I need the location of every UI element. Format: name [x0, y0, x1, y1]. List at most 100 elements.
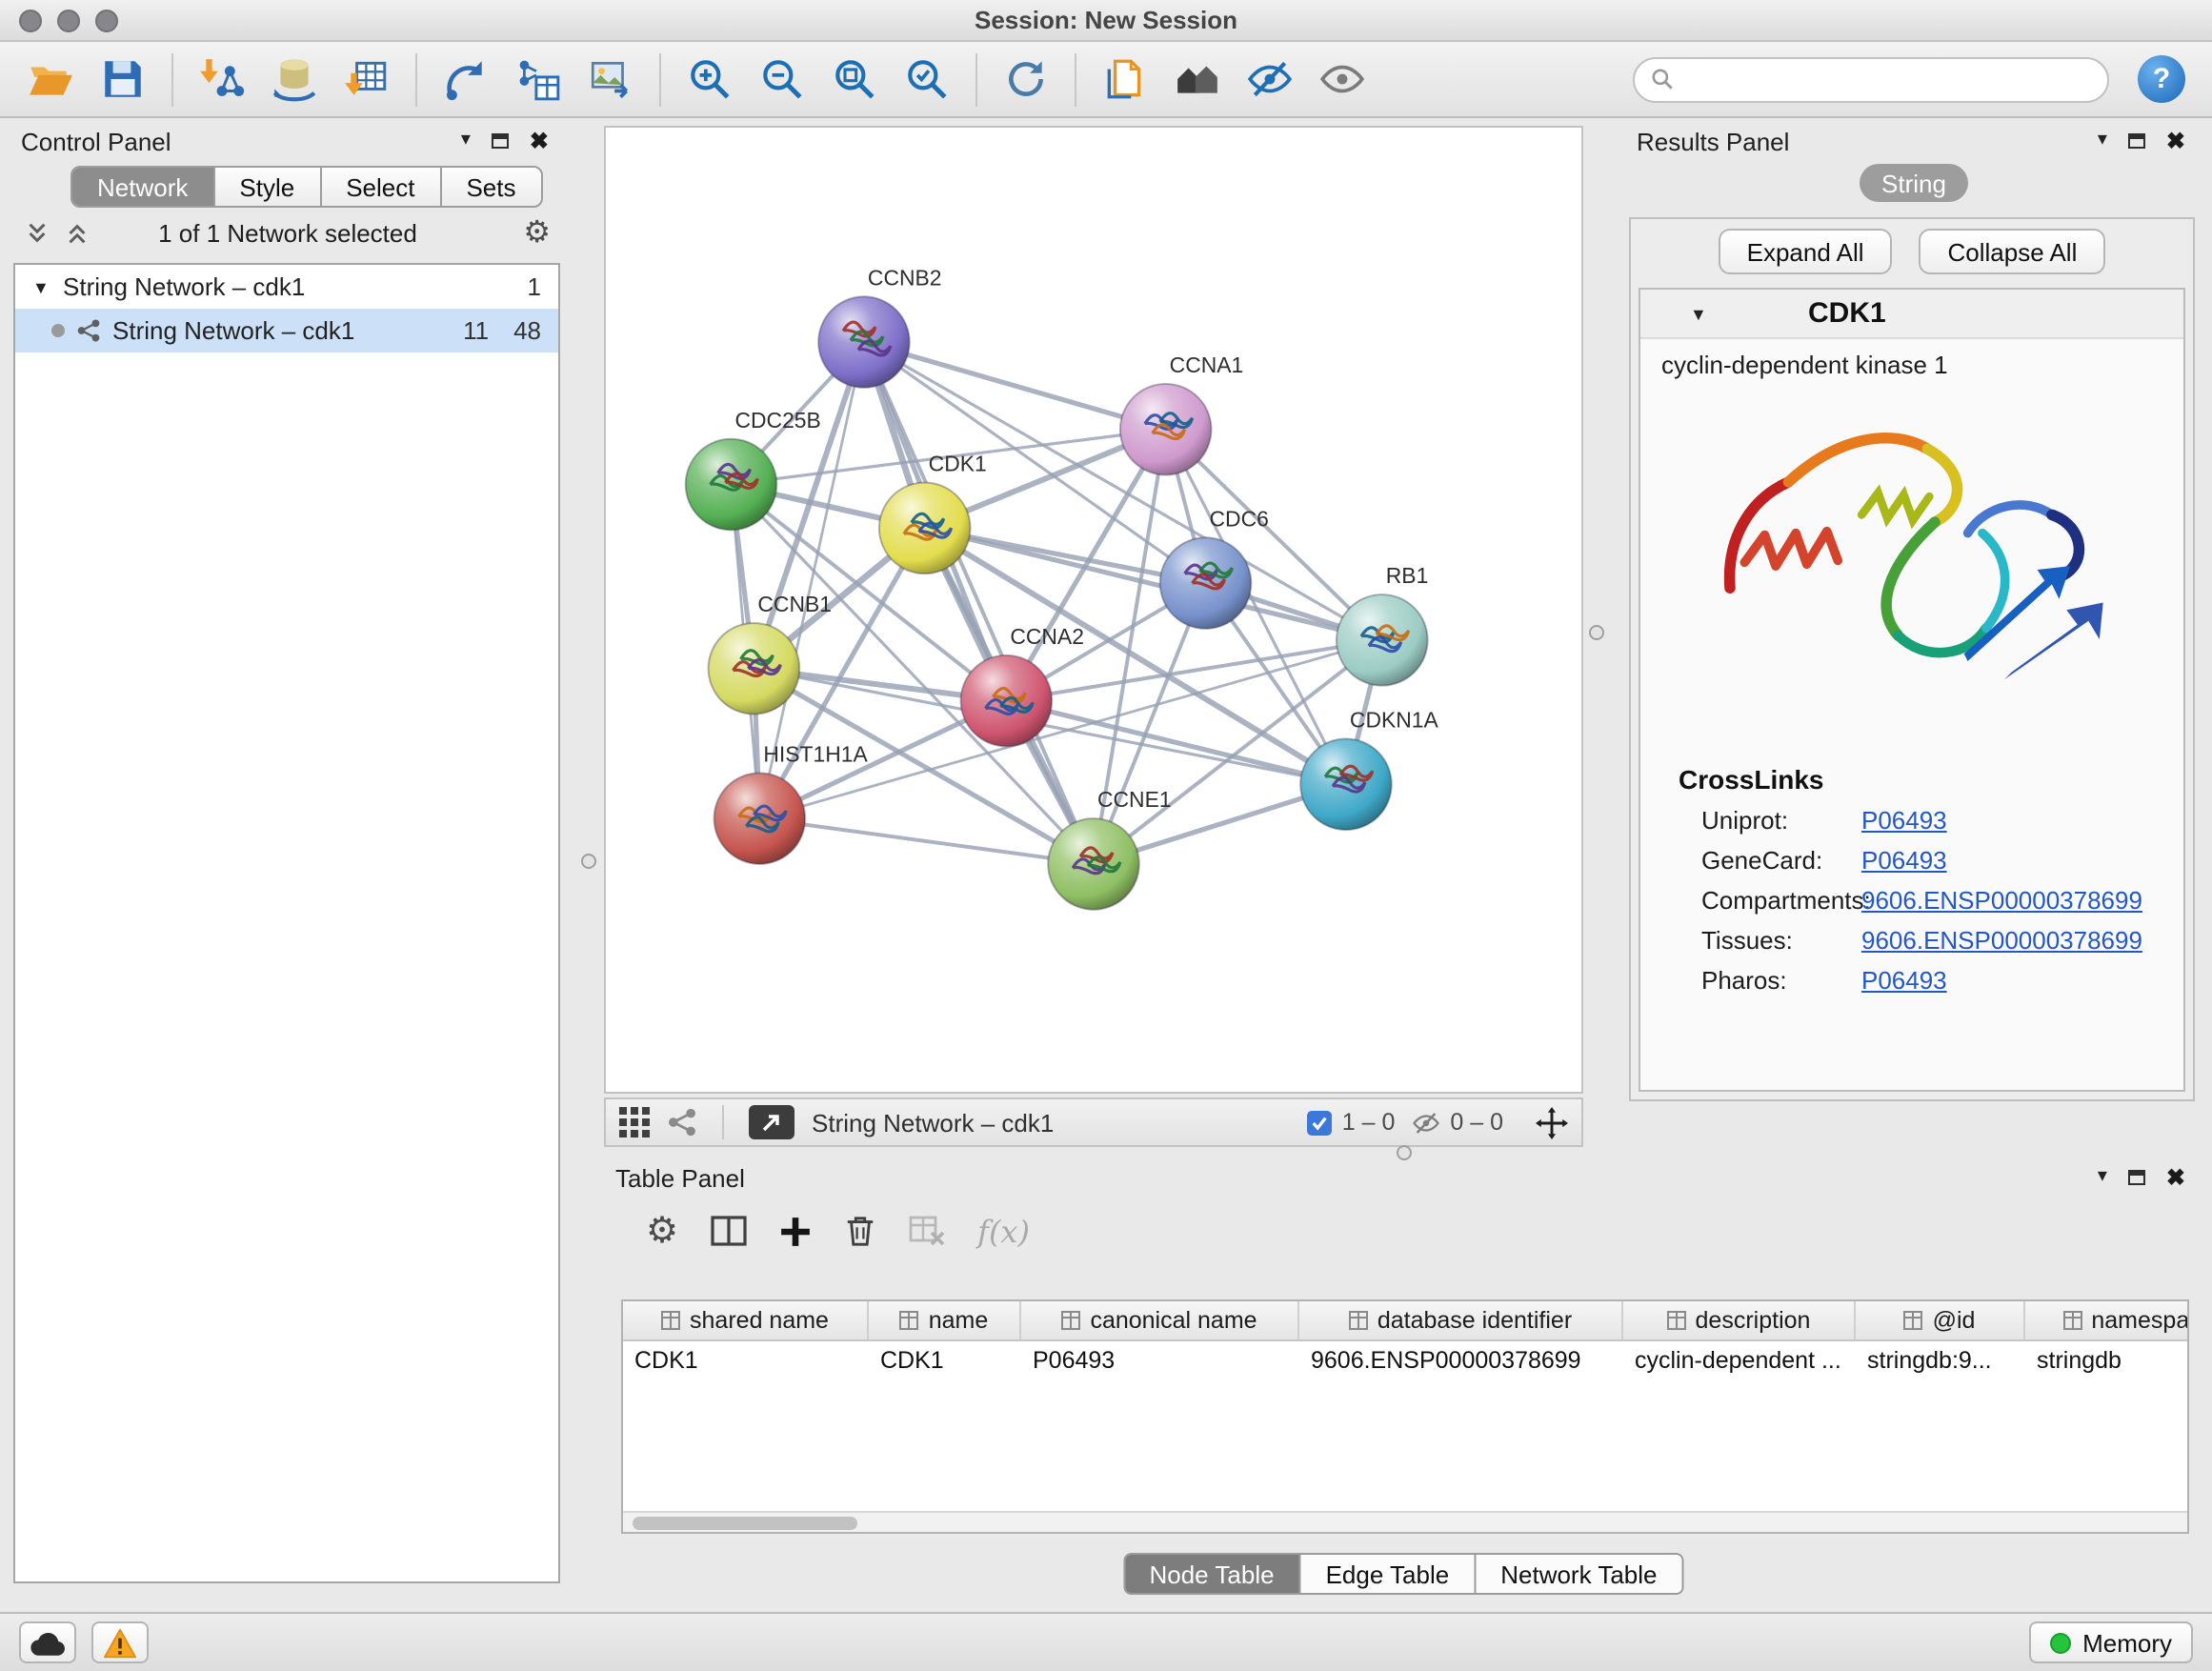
close-window-button[interactable]	[19, 10, 42, 32]
network-edge[interactable]	[759, 818, 1094, 864]
network-node[interactable]	[686, 439, 777, 531]
function-builder-icon[interactable]: f(x)	[977, 1213, 1030, 1249]
panel-float-icon[interactable]	[2128, 133, 2145, 149]
table-settings-gear-icon[interactable]: ⚙	[646, 1209, 678, 1253]
panel-close-icon[interactable]: ✖	[2166, 130, 2185, 152]
table-cell[interactable]: CDK1	[869, 1341, 1021, 1381]
add-column-icon[interactable]	[779, 1215, 812, 1247]
column-header[interactable]: description	[1623, 1301, 1856, 1339]
memory-button[interactable]: Memory	[2029, 1621, 2193, 1663]
tab-edge-table[interactable]: Edge Table	[1301, 1555, 1477, 1593]
table-cell[interactable]: stringdb	[2025, 1341, 2189, 1381]
grid-icon[interactable]	[619, 1107, 650, 1137]
navigator-button[interactable]	[749, 1105, 794, 1139]
network-node[interactable]	[714, 773, 806, 864]
results-tab-string[interactable]: String	[1859, 164, 1969, 202]
network-node[interactable]	[818, 296, 910, 388]
table-cell[interactable]: cyclin-dependent ...	[1623, 1341, 1856, 1381]
delete-table-icon[interactable]	[909, 1216, 945, 1246]
network-row[interactable]: String Network – cdk1 11 48	[15, 309, 558, 352]
crosslink-link[interactable]: P06493	[1861, 966, 1947, 995]
minimize-window-button[interactable]	[57, 10, 80, 32]
panel-collapse-icon[interactable]: ▾	[2098, 131, 2107, 151]
import-network-database-button[interactable]	[263, 48, 326, 111]
column-header[interactable]: canonical name	[1021, 1301, 1299, 1339]
network-node[interactable]	[1300, 738, 1392, 830]
tab-node-table[interactable]: Node Table	[1124, 1555, 1300, 1593]
zoom-selected-button[interactable]	[895, 48, 958, 111]
move-icon[interactable]	[1536, 1106, 1568, 1138]
table-cell[interactable]: P06493	[1021, 1341, 1299, 1381]
zoom-out-button[interactable]	[751, 48, 814, 111]
import-network-file-button[interactable]	[191, 48, 253, 111]
network-node[interactable]	[1120, 384, 1212, 475]
column-header[interactable]: shared name	[623, 1301, 869, 1339]
network-edge[interactable]	[864, 342, 1166, 430]
document-button[interactable]	[1094, 48, 1156, 111]
help-button[interactable]: ?	[2138, 55, 2185, 103]
home-button[interactable]	[1166, 48, 1229, 111]
search-input[interactable]	[1686, 65, 2092, 93]
tab-network-table[interactable]: Network Table	[1476, 1555, 1681, 1593]
tree-expander-icon[interactable]: ▼	[32, 277, 51, 296]
gear-icon[interactable]: ⚙	[523, 213, 551, 252]
crosslink-link[interactable]: P06493	[1861, 806, 1947, 835]
tab-sets[interactable]: Sets	[441, 168, 540, 206]
share-network-icon[interactable]	[667, 1107, 697, 1137]
warnings-button[interactable]	[91, 1621, 149, 1663]
tab-style[interactable]: Style	[214, 168, 321, 206]
expand-all-button[interactable]: Expand All	[1719, 229, 1893, 274]
network-from-table-button[interactable]	[507, 48, 570, 111]
eye-slash-small-icon[interactable]	[1412, 1108, 1440, 1137]
network-node[interactable]	[1048, 818, 1139, 910]
apply-layout-button[interactable]	[995, 48, 1057, 111]
entry-expander-icon[interactable]: ▼	[1690, 304, 1709, 323]
network-node[interactable]	[961, 655, 1053, 747]
splitter-handle[interactable]	[581, 854, 596, 869]
panel-collapse-icon[interactable]: ▾	[461, 131, 471, 151]
cloud-button[interactable]	[19, 1621, 76, 1663]
checkbox-icon[interactable]	[1308, 1110, 1333, 1135]
splitter-handle[interactable]	[1589, 625, 1604, 640]
crosslink-link[interactable]: 9606.ENSP00000378699	[1861, 926, 2142, 955]
network-node[interactable]	[709, 623, 800, 715]
maximize-window-button[interactable]	[95, 10, 118, 32]
network-node[interactable]	[1160, 537, 1252, 629]
network-graph[interactable]: CCNB2CCNA1CDC25BCDK1CDC6RB1CCNB1CCNA2CDK…	[606, 128, 1581, 1092]
panel-collapse-icon[interactable]: ▾	[2098, 1168, 2107, 1187]
table-cell[interactable]: 9606.ENSP00000378699	[1299, 1341, 1623, 1381]
scrollbar-thumb[interactable]	[633, 1517, 857, 1530]
network-node[interactable]	[1337, 594, 1428, 686]
column-header[interactable]: namespace	[2025, 1301, 2189, 1339]
crosslink-link[interactable]: P06493	[1861, 846, 1947, 875]
table-cell[interactable]: stringdb:9...	[1856, 1341, 2025, 1381]
columns-icon[interactable]	[711, 1216, 747, 1246]
panel-float-icon[interactable]	[2128, 1170, 2145, 1185]
column-header[interactable]: name	[869, 1301, 1021, 1339]
network-node[interactable]	[879, 483, 971, 574]
panel-float-icon[interactable]	[492, 133, 509, 149]
save-session-button[interactable]	[91, 48, 154, 111]
import-table-button[interactable]	[335, 48, 398, 111]
network-collection-row[interactable]: ▼ String Network – cdk1 1	[15, 265, 558, 309]
trash-icon[interactable]	[844, 1214, 876, 1248]
tab-network[interactable]: Network	[72, 168, 214, 206]
collapse-all-button[interactable]: Collapse All	[1920, 229, 2106, 274]
open-session-button[interactable]	[19, 48, 82, 111]
table-row[interactable]: CDK1CDK1P064939606.ENSP00000378699cyclin…	[623, 1341, 2187, 1381]
show-graphics-details-button[interactable]	[1311, 48, 1374, 111]
network-canvas[interactable]: CCNB2CCNA1CDC25BCDK1CDC6RB1CCNB1CCNA2CDK…	[604, 126, 1583, 1094]
network-edge[interactable]	[864, 342, 1094, 864]
hide-graphics-details-button[interactable]	[1238, 48, 1301, 111]
tab-select[interactable]: Select	[321, 168, 441, 206]
column-header[interactable]: database identifier	[1299, 1301, 1623, 1339]
column-header[interactable]: @id	[1856, 1301, 2025, 1339]
panel-close-icon[interactable]: ✖	[530, 130, 549, 152]
horizontal-scrollbar[interactable]	[623, 1511, 2187, 1532]
crosslink-link[interactable]: 9606.ENSP00000378699	[1861, 886, 2142, 915]
new-network-button[interactable]	[434, 48, 497, 111]
panel-close-icon[interactable]: ✖	[2166, 1166, 2185, 1189]
zoom-in-button[interactable]	[678, 48, 741, 111]
table-cell[interactable]: CDK1	[623, 1341, 869, 1381]
zoom-fit-button[interactable]	[823, 48, 886, 111]
